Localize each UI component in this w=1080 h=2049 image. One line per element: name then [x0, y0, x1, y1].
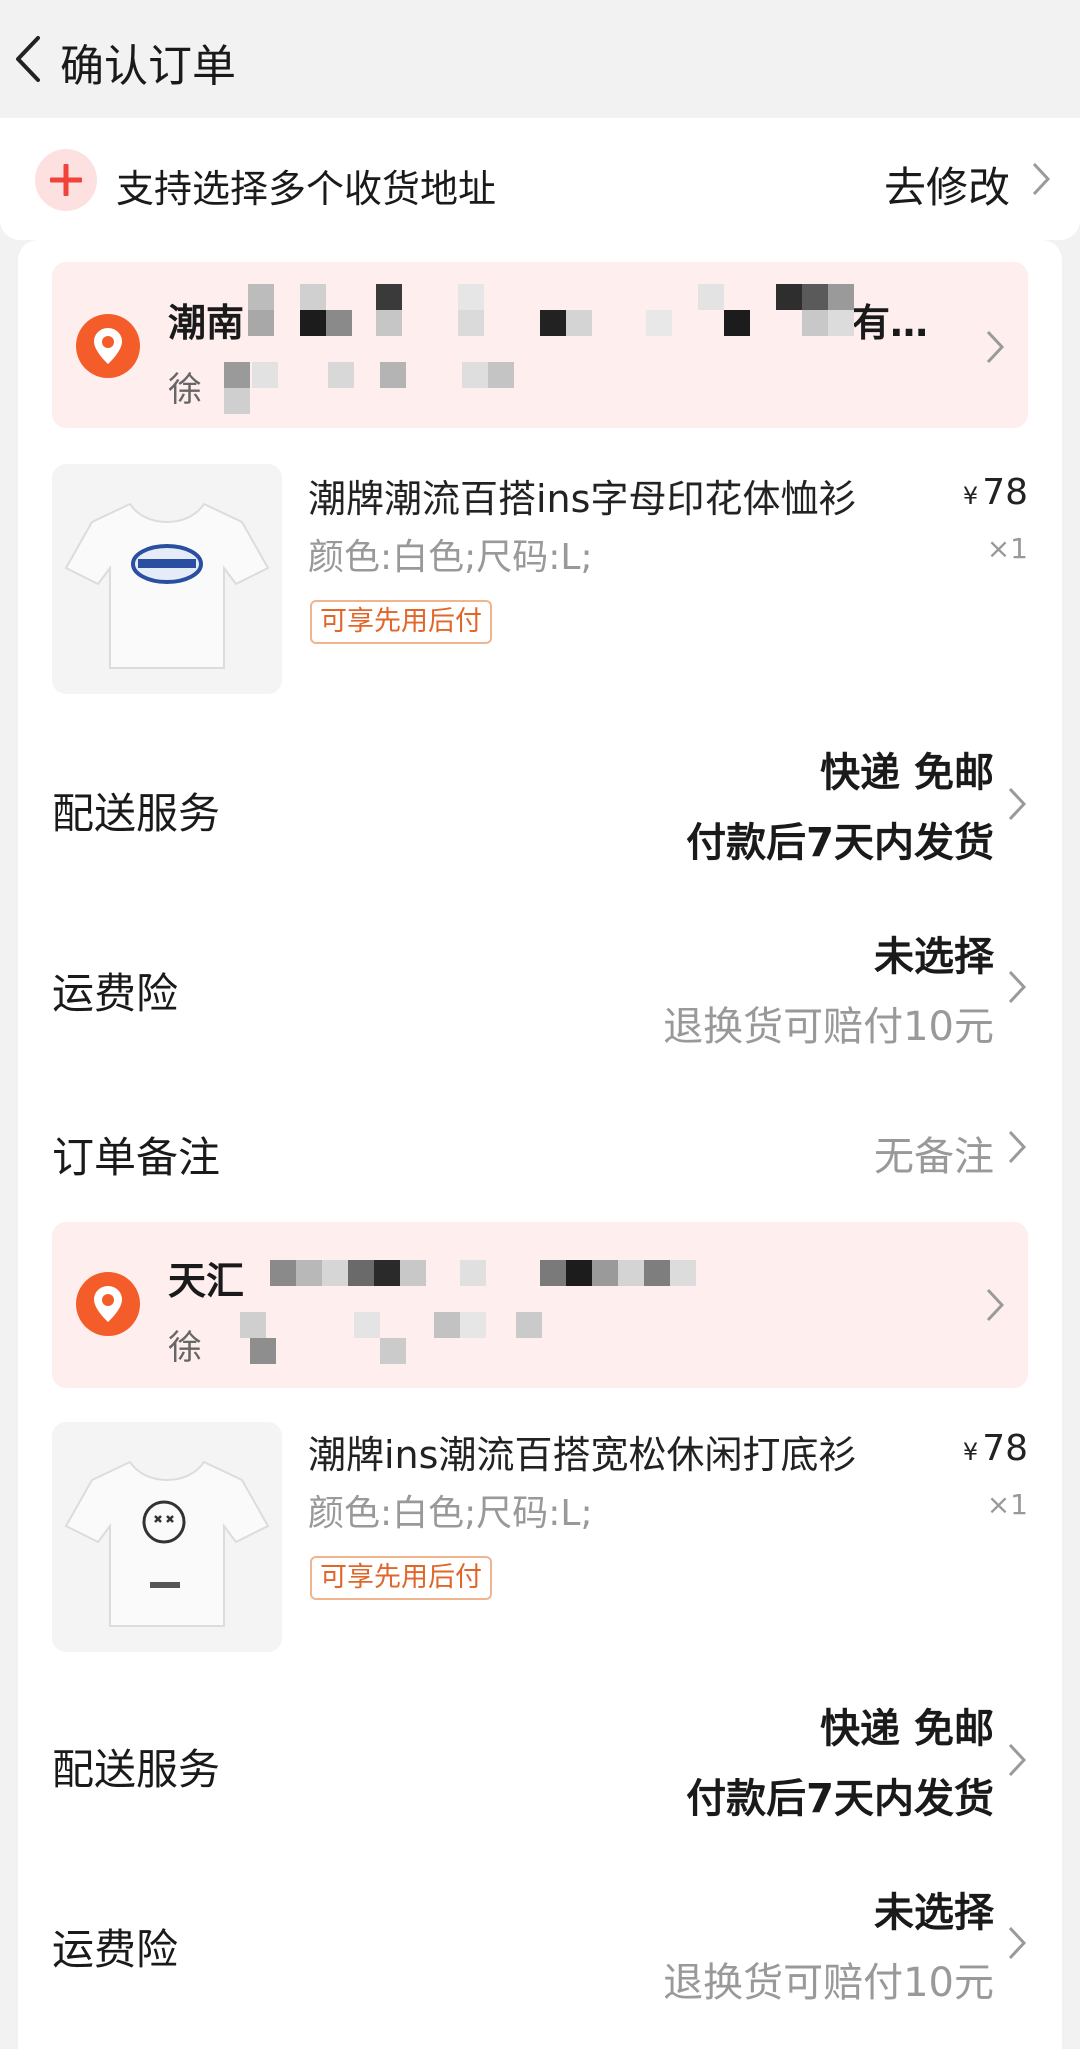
location-pin-icon — [76, 314, 140, 378]
address-name-line: 徐 — [168, 1328, 202, 1368]
price-value: 78 — [982, 472, 1028, 513]
product-price: ¥78 — [963, 1428, 1028, 1469]
back-arrow-icon[interactable] — [10, 34, 46, 84]
address-recipient-line: 天汇 — [168, 1259, 245, 1303]
location-pin-icon — [76, 1272, 140, 1336]
product-price: ¥78 — [963, 472, 1028, 513]
page-title: 确认订单 — [60, 41, 236, 92]
address-name-line: 徐 — [168, 370, 202, 410]
product-quantity: ×1 — [986, 532, 1028, 565]
privacy-mosaic — [200, 270, 900, 430]
multi-address-label: 支持选择多个收货地址 — [116, 167, 497, 211]
product-sku: 颜色:白色;尺码:L; — [308, 537, 593, 578]
delivery-label: 配送服务 — [52, 1745, 221, 1794]
modify-link[interactable]: 去修改 — [884, 154, 1010, 215]
chevron-right-icon — [1008, 1926, 1027, 1960]
delivery-time[interactable]: 付款后7天内发货 — [686, 810, 994, 868]
delivery-label: 配送服务 — [52, 789, 221, 838]
price-value: 78 — [982, 1428, 1028, 1469]
currency-symbol: ¥ — [962, 1438, 979, 1466]
chevron-right-icon — [1008, 1743, 1027, 1777]
top-bar: 确认订单 — [0, 0, 1080, 118]
tshirt-icon — [64, 502, 270, 669]
delivery-method[interactable]: 快递 免邮 — [820, 740, 994, 798]
shipping-insurance-label: 运费险 — [52, 1925, 179, 1974]
shipping-insurance-status[interactable]: 未选择 — [874, 924, 994, 982]
chevron-right-icon — [1032, 162, 1051, 196]
shipping-insurance-status[interactable]: 未选择 — [874, 1880, 994, 1938]
pay-later-badge: 可享先用后付 — [310, 600, 492, 644]
pay-later-badge: 可享先用后付 — [310, 1556, 492, 1600]
product-name: 潮牌ins潮流百搭宽松休闲打底衫 — [308, 1433, 857, 1477]
plus-icon — [35, 149, 97, 211]
currency-symbol: ¥ — [962, 482, 979, 510]
tshirt-icon — [64, 1460, 270, 1627]
order-remark-label: 订单备注 — [52, 1133, 221, 1182]
privacy-mosaic — [240, 1240, 760, 1400]
chevron-right-icon — [1008, 970, 1027, 1004]
product-image[interactable] — [52, 464, 282, 694]
product-sku: 颜色:白色;尺码:L; — [308, 1493, 593, 1534]
shipping-insurance-desc: 退换货可赔付10元 — [663, 1004, 994, 1050]
delivery-time[interactable]: 付款后7天内发货 — [686, 1766, 994, 1824]
chevron-right-icon — [986, 330, 1005, 364]
shipping-insurance-label: 运费险 — [52, 969, 179, 1018]
product-quantity: ×1 — [986, 1488, 1028, 1521]
product-image[interactable] — [52, 1422, 282, 1652]
chevron-right-icon — [1008, 1130, 1027, 1164]
delivery-method[interactable]: 快递 免邮 — [820, 1696, 994, 1754]
order-remark-value[interactable]: 无备注 — [874, 1124, 994, 1182]
chevron-right-icon — [1008, 787, 1027, 821]
shipping-insurance-desc: 退换货可赔付10元 — [663, 1960, 994, 2006]
chevron-right-icon — [986, 1288, 1005, 1322]
product-name: 潮牌潮流百搭ins字母印花体恤衫 — [308, 477, 857, 521]
